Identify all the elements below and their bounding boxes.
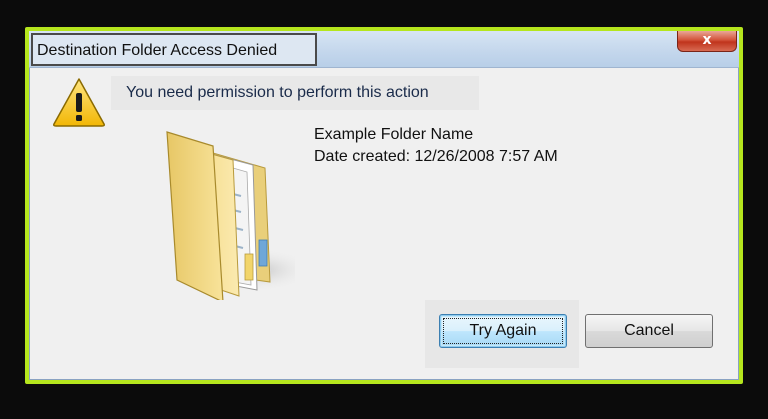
cancel-button[interactable]: Cancel [585,314,713,348]
folder-icon [166,131,295,300]
title-bar[interactable]: Destination Folder Access Denied x [29,31,739,68]
folder-info: Example Folder Name Date created: 12/26/… [314,124,558,168]
highlight-frame: Destination Folder Access Denied x You n… [25,27,743,384]
date-created: Date created: 12/26/2008 7:57 AM [314,148,558,165]
folder-name: Example Folder Name [314,126,474,143]
warning-icon [53,78,105,127]
permission-heading: You need permission to perform this acti… [111,76,479,110]
try-again-button[interactable]: Try Again [439,314,567,348]
close-button[interactable]: x [677,31,737,52]
access-denied-dialog: Destination Folder Access Denied x You n… [29,31,739,380]
window-title: Destination Folder Access Denied [31,33,317,66]
close-icon: x [702,32,712,48]
